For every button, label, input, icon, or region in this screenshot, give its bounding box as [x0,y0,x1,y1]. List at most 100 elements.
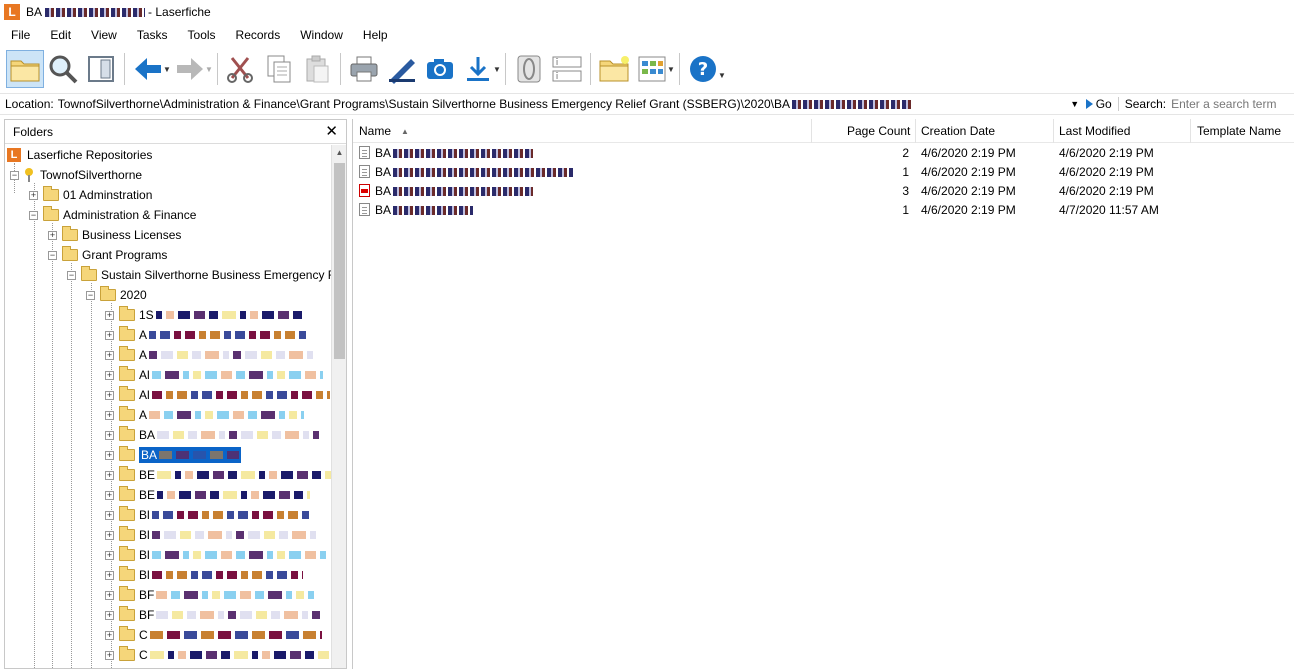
tree-item-child-folder[interactable]: + BA [105,425,320,445]
menu-help[interactable]: Help [352,24,397,46]
download-button[interactable] [459,50,497,88]
column-header-template-name[interactable]: Template Name [1197,119,1281,143]
expand-icon[interactable]: + [105,630,114,640]
menu-window[interactable]: Window [289,24,352,46]
tree-item-label: BE [139,468,156,482]
menu-records[interactable]: Records [225,24,290,46]
close-icon[interactable]: ✕ [325,124,338,139]
expand-icon[interactable]: + [105,470,114,480]
collapse-icon[interactable]: − [86,290,95,300]
metadata-button[interactable] [510,50,548,88]
scrollbar-thumb[interactable] [334,163,345,359]
scan-button[interactable] [383,50,421,88]
location-path-field[interactable]: TownofSilverthorne\Administration & Fina… [58,94,1068,114]
expand-icon[interactable]: + [105,610,114,620]
expand-icon[interactable]: + [105,330,114,340]
expand-icon[interactable]: + [105,390,114,400]
expand-icon[interactable]: + [29,190,38,200]
preview-pane-button[interactable] [82,50,120,88]
tree-item-child-folder[interactable]: + A [105,345,314,365]
expand-icon[interactable]: + [105,350,114,360]
tree-item-label: Bl [139,568,150,582]
menu-view[interactable]: View [80,24,126,46]
paste-button[interactable] [298,50,336,88]
tree-item-ssberg[interactable]: − Sustain Silverthorne Business Emergenc… [67,265,333,285]
collapse-icon[interactable]: − [67,270,76,280]
tree-item-child-folder[interactable]: + Bl [105,525,319,545]
menu-tools[interactable]: Tools [177,24,225,46]
expand-icon[interactable]: + [48,230,57,240]
file-row[interactable]: BA 1 4/6/2020 2:19 PM 4/7/2020 11:57 AM [353,201,1294,220]
tree-item-child-folder[interactable]: +1S [105,305,306,325]
tree-item-child-folder[interactable]: + BF [105,585,315,605]
view-mode-button[interactable] [633,50,671,88]
tree-item-child-folder[interactable]: + C [105,645,329,665]
column-header-creation-date[interactable]: Creation Date [921,119,995,143]
expand-icon[interactable]: + [105,370,114,380]
column-header-last-modified[interactable]: Last Modified [1059,119,1130,143]
tree-item-business-licenses[interactable]: + Business Licenses [48,225,181,245]
menu-file[interactable]: File [0,24,39,46]
folder-browser-button[interactable] [6,50,44,88]
expand-icon[interactable]: + [105,650,114,660]
file-row[interactable]: BA 2 4/6/2020 2:19 PM 4/6/2020 2:19 PM [353,144,1294,163]
search-input[interactable] [1171,95,1290,113]
tree-item-child-folder[interactable]: + A [105,405,305,425]
expand-icon[interactable]: + [105,410,114,420]
column-header-page-count[interactable]: Page Count [847,119,910,143]
forward-button[interactable] [171,50,209,88]
tree-item-child-folder[interactable]: + BF [105,605,322,625]
folder-tree-scrollbar[interactable]: ▲ [331,145,346,668]
collapse-icon[interactable]: − [10,170,19,180]
expand-icon[interactable]: + [105,530,114,540]
help-button[interactable]: ? [684,50,722,88]
column-divider[interactable] [915,119,916,143]
column-header-name[interactable]: Name ▲ [359,119,409,143]
search-button[interactable] [44,50,82,88]
tree-item-laserfiche-repositories[interactable]: L Laserfiche Repositories [7,145,152,165]
expand-icon[interactable]: + [105,430,114,440]
column-divider[interactable] [811,119,812,143]
tree-item-child-folder[interactable]: + BE [105,485,311,505]
location-dropdown-icon[interactable]: ▼ [1068,99,1082,109]
tree-item-child-folder[interactable]: + Al [105,385,330,405]
cut-button[interactable] [222,50,260,88]
column-divider[interactable] [1053,119,1054,143]
tree-item-child-folder[interactable]: + BA [105,445,242,465]
print-button[interactable] [345,50,383,88]
expand-icon[interactable]: + [105,570,114,580]
tree-item-grant-programs[interactable]: − Grant Programs [48,245,167,265]
column-divider[interactable] [1190,119,1191,143]
tree-item-label: A [139,408,148,422]
tree-item-01-adminstration[interactable]: + 01 Adminstration [29,185,152,205]
snapshot-button[interactable] [421,50,459,88]
menu-edit[interactable]: Edit [39,24,80,46]
tree-item-child-folder[interactable]: + Al [105,365,323,385]
tree-item-child-folder[interactable]: + A [105,325,307,345]
expand-icon[interactable]: + [105,510,114,520]
scroll-up-icon[interactable]: ▲ [332,145,346,160]
file-row[interactable]: BA 1 4/6/2020 2:19 PM 4/6/2020 2:19 PM [353,163,1294,182]
tree-item-townofsilverthorne[interactable]: − TownofSilverthorne [10,165,142,185]
expand-icon[interactable]: + [105,550,114,560]
tree-item-child-folder[interactable]: + Bl [105,565,303,585]
tree-item-child-folder[interactable]: + BE [105,465,333,485]
collapse-icon[interactable]: − [48,250,57,260]
back-button[interactable] [129,50,167,88]
copy-button[interactable] [260,50,298,88]
tree-item-child-folder[interactable]: + Bl [105,545,326,565]
new-folder-button[interactable] [595,50,633,88]
expand-icon[interactable]: + [105,490,114,500]
fields-button[interactable]: ĪĪ [548,50,586,88]
expand-icon[interactable]: + [105,450,114,460]
tree-item-child-folder[interactable]: + Bl [105,505,312,525]
tree-item-administration-finance[interactable]: − Administration & Finance [29,205,196,225]
tree-item-2020[interactable]: − 2020 [86,285,147,305]
go-button[interactable]: Go [1085,97,1112,111]
expand-icon[interactable]: + [105,590,114,600]
menu-tasks[interactable]: Tasks [126,24,177,46]
tree-item-child-folder[interactable]: + C [105,625,322,645]
collapse-icon[interactable]: − [29,210,38,220]
file-row[interactable]: BA 3 4/6/2020 2:19 PM 4/6/2020 2:19 PM [353,182,1294,201]
expand-icon[interactable]: + [105,310,114,320]
